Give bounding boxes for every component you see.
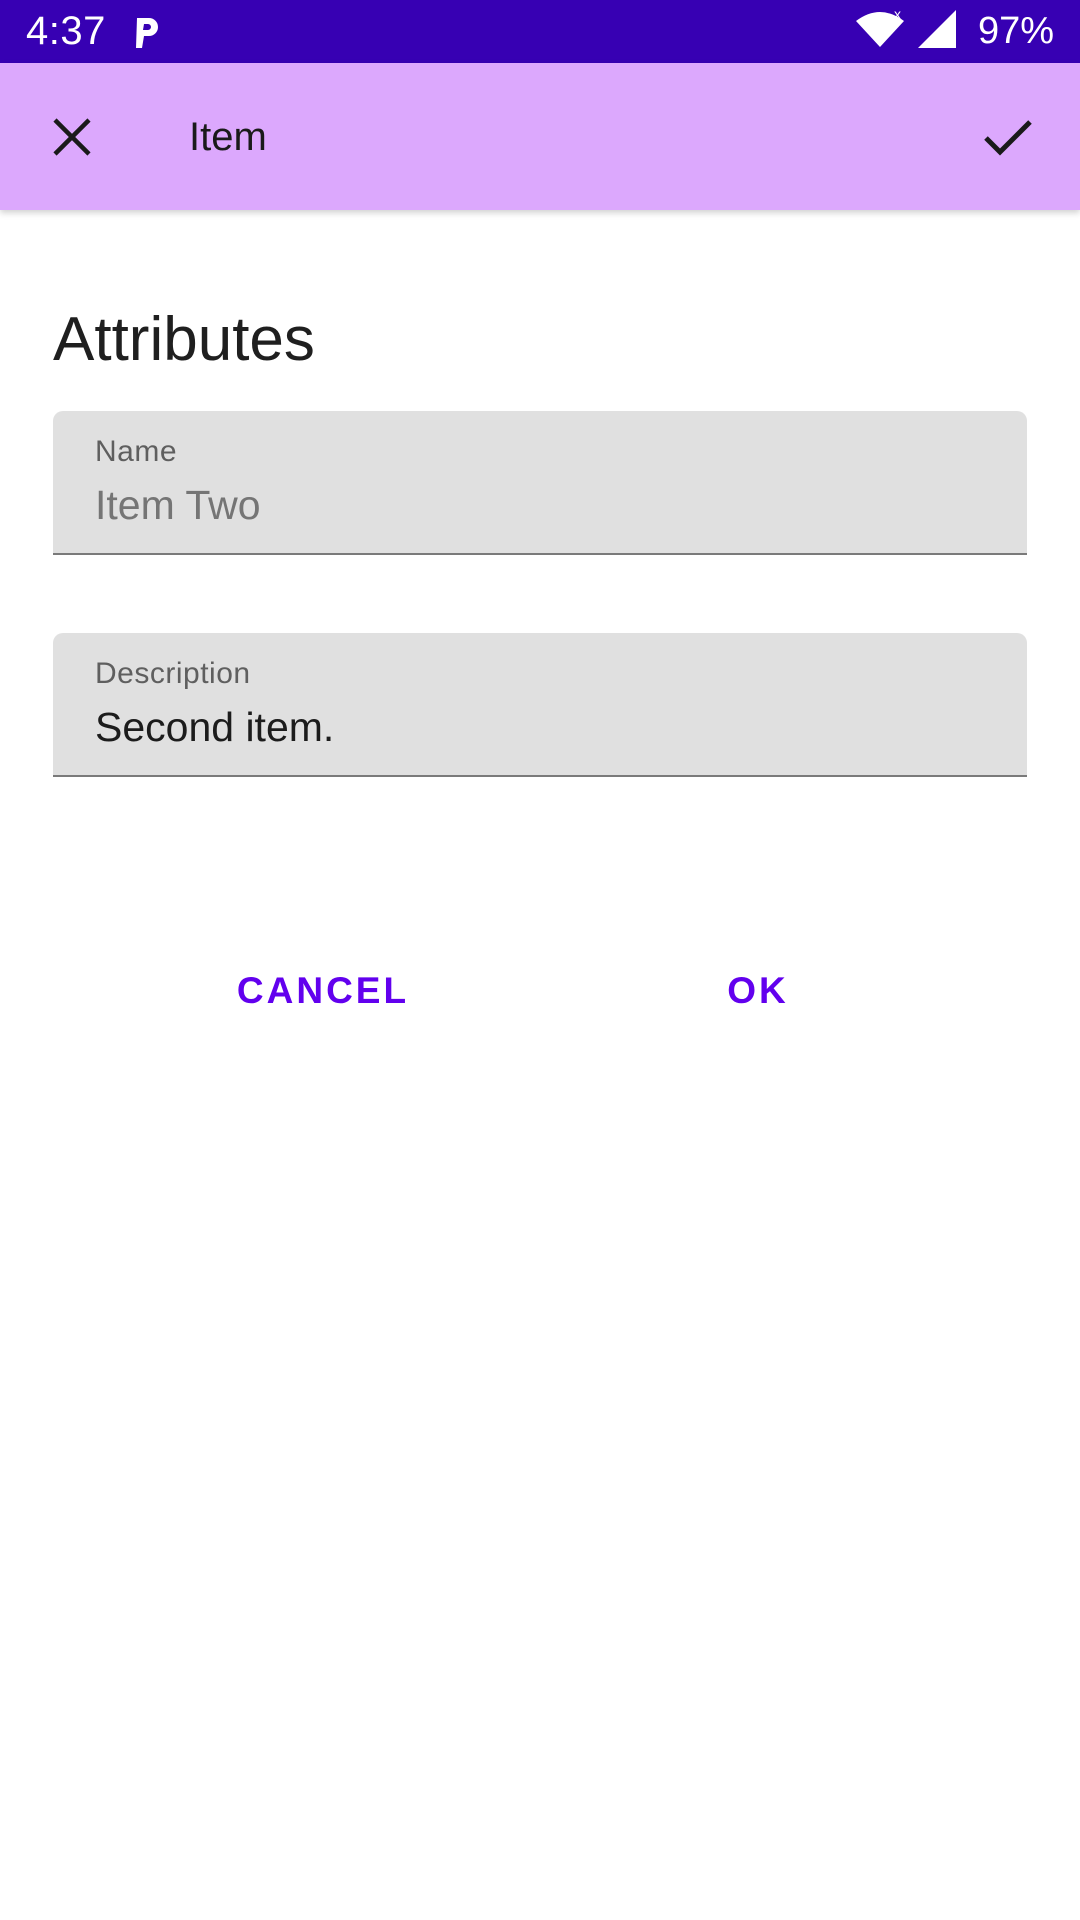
- cancel-button[interactable]: CANCEL: [233, 956, 413, 1026]
- name-field[interactable]: Name: [53, 411, 1027, 555]
- svg-text:x: x: [894, 11, 901, 22]
- battery-text: 97%: [977, 10, 1054, 52]
- ok-button[interactable]: OK: [716, 956, 800, 1026]
- p-notification-icon: [132, 13, 162, 51]
- close-icon[interactable]: [42, 107, 102, 167]
- status-icons: x 97%: [855, 6, 1054, 53]
- name-field-label: Name: [95, 435, 178, 468]
- description-field[interactable]: Description: [53, 633, 1027, 777]
- wifi-icon: x: [855, 6, 904, 52]
- app-bar: Item: [0, 63, 1080, 210]
- description-input[interactable]: [95, 701, 985, 753]
- status-bar: 4:37 x 97%: [0, 0, 1080, 63]
- status-time: 4:37: [26, 9, 106, 53]
- check-icon[interactable]: [976, 105, 1040, 169]
- section-title: Attributes: [53, 305, 315, 374]
- description-field-label: Description: [95, 657, 251, 690]
- app-bar-title: Item: [189, 115, 267, 159]
- signal-icon: [917, 10, 956, 53]
- name-input[interactable]: [95, 479, 985, 531]
